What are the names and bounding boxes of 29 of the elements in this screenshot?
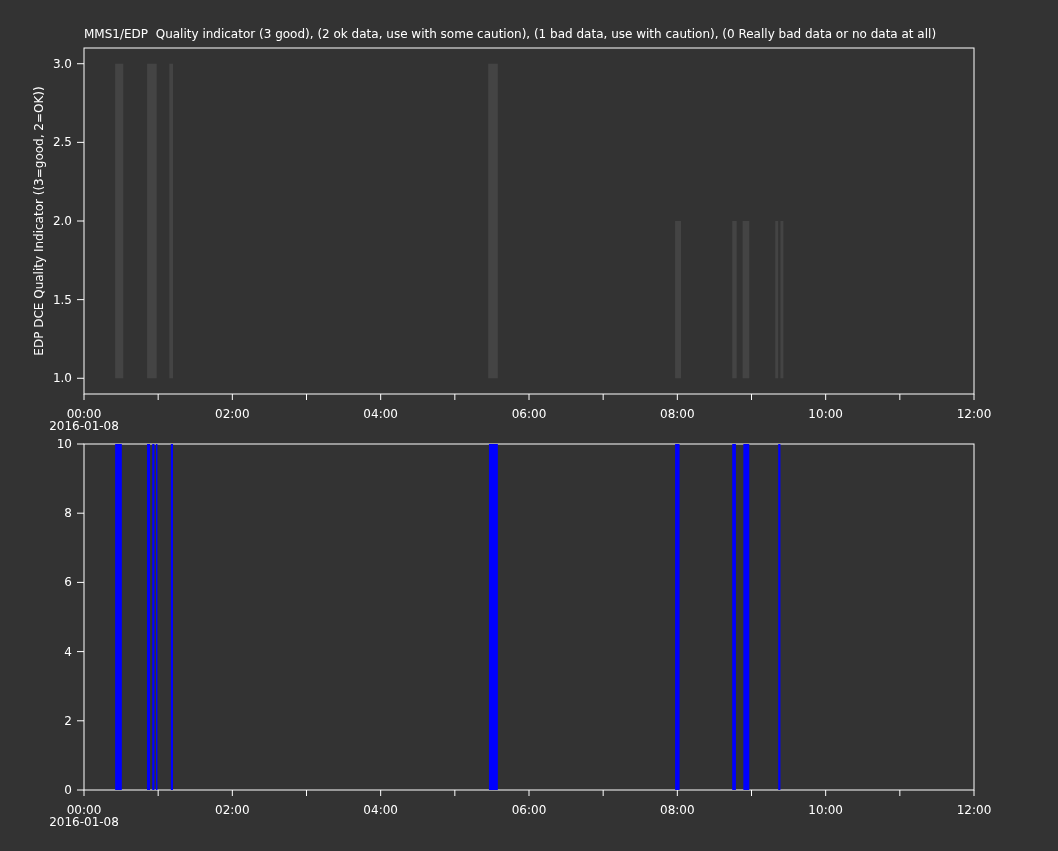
tick-label: 00:00 <box>66 407 102 421</box>
tick-label: 02:00 <box>215 407 250 421</box>
tick-label: 08:00 <box>660 803 695 817</box>
tick-label: 4 <box>64 644 72 659</box>
tick-label: 10:00 <box>808 407 843 421</box>
tick-label: 6 <box>64 575 72 590</box>
tick-label: 08:00 <box>660 407 695 421</box>
tick-label: 10 <box>56 438 72 451</box>
axis-label: EDP DCE Quality Indicator ((3=good, 2=OK)) <box>32 86 46 356</box>
tick-label: 06:00 <box>511 803 547 817</box>
tick-label: 00:00 <box>66 803 102 817</box>
tick-label: 2 <box>64 713 72 728</box>
tick-label: 2.0 <box>52 214 72 228</box>
tick-label: 04:00 <box>363 803 398 817</box>
date-label: 2016-01-08 <box>49 815 119 829</box>
tick-label: 02:00 <box>215 803 250 817</box>
tick-label: 12:00 <box>956 407 992 421</box>
tick-label: 3.0 <box>52 56 72 71</box>
tick-label: 04:00 <box>363 407 398 421</box>
tick-label: 12:00 <box>956 803 992 817</box>
tick-label: 2.5 <box>52 135 72 150</box>
tick-label: 1.5 <box>52 292 72 307</box>
tick-label: 06:00 <box>511 407 547 421</box>
date-label: 2016-01-08 <box>49 419 119 433</box>
tick-label: 10:00 <box>808 803 843 817</box>
tick-label: 1.0 <box>52 371 72 386</box>
tick-label: 8 <box>64 506 72 521</box>
chart-title: MMS1/EDP Quality indicator (3 good), (2 ok data, use with some caution), (1 bad data, use with caution), (0 Really bad data or no data at all) <box>83 26 938 42</box>
tick-label: 0 <box>64 783 72 797</box>
